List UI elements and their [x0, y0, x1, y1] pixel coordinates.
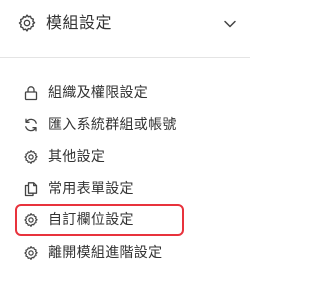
lock-icon: [23, 85, 39, 101]
gear-icon: [17, 13, 37, 33]
copy-icon: [23, 181, 39, 197]
menu-item-label: 匯入系統群組或帳號: [48, 117, 177, 133]
gear-icon: [23, 149, 39, 165]
header-divider: [0, 57, 250, 58]
module-settings-panel: 模組設定 組織及權限設定 匯入系統群組或帳號 其他設定 常用表單設定 自訂欄位設…: [0, 0, 250, 289]
module-settings-header[interactable]: 模組設定: [0, 0, 250, 48]
menu-item-label: 離開模組進階設定: [48, 245, 163, 261]
menu-item-other-settings[interactable]: 其他設定: [0, 142, 250, 172]
menu-item-org-permissions[interactable]: 組織及權限設定: [0, 78, 250, 108]
menu-item-common-forms[interactable]: 常用表單設定: [0, 174, 250, 204]
menu-item-label: 常用表單設定: [48, 181, 134, 197]
menu-item-label: 自訂欄位設定: [48, 212, 134, 228]
chevron-down-icon[interactable]: [222, 16, 238, 32]
module-settings-title: 模組設定: [46, 13, 113, 32]
gear-icon: [23, 245, 39, 261]
menu-item-import-groups[interactable]: 匯入系統群組或帳號: [0, 110, 250, 140]
sync-icon: [23, 117, 39, 133]
menu-item-exit-advanced[interactable]: 離開模組進階設定: [0, 238, 250, 268]
menu-item-custom-fields[interactable]: 自訂欄位設定: [0, 205, 250, 235]
menu-item-label: 組織及權限設定: [48, 85, 149, 101]
gear-icon: [23, 212, 39, 228]
menu-item-label: 其他設定: [48, 149, 106, 165]
